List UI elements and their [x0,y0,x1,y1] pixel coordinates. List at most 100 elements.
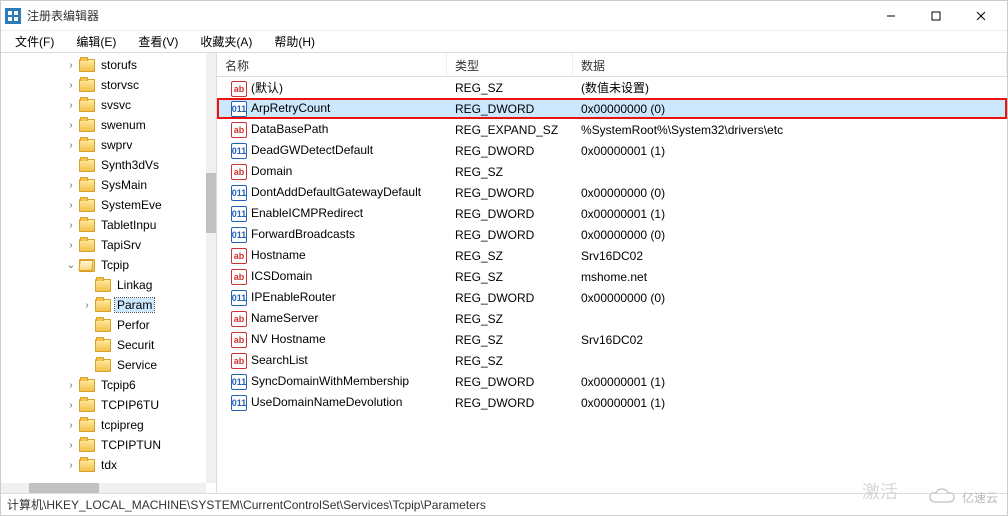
tree-node-label[interactable]: storvsc [99,78,141,92]
chevron-right-icon[interactable]: › [65,120,77,131]
tree-node-label[interactable]: Param [115,298,154,312]
menu-file[interactable]: 文件(F) [5,31,64,52]
column-name[interactable]: 名称 [217,53,447,76]
values-list[interactable]: ab(默认)REG_SZ(数值未设置)011ArpRetryCountREG_D… [217,77,1007,493]
tree-node-label[interactable]: TabletInpu [99,218,158,232]
tree-node[interactable]: Securit [1,335,206,355]
value-row[interactable]: abNameServerREG_SZ [217,308,1007,329]
menu-help[interactable]: 帮助(H) [264,31,325,52]
chevron-right-icon[interactable]: › [81,300,93,311]
value-row[interactable]: 011DontAddDefaultGatewayDefaultREG_DWORD… [217,182,1007,203]
tree-horizontal-scrollbar[interactable] [1,483,206,493]
tree-node-label[interactable]: Securit [115,338,156,352]
tree-node[interactable]: › TCPIP6TU [1,395,206,415]
column-type[interactable]: 类型 [447,53,573,76]
tree-node-label[interactable]: Tcpip [99,258,131,272]
value-row[interactable]: abNV HostnameREG_SZSrv16DC02 [217,329,1007,350]
dword-value-icon: 011 [231,395,247,411]
chevron-right-icon[interactable]: › [65,460,77,471]
tree-node[interactable]: › tcpipreg [1,415,206,435]
tree-node[interactable]: › storvsc [1,75,206,95]
string-value-icon: ab [231,81,247,97]
tree-node-label[interactable]: TCPIP6TU [99,398,161,412]
chevron-right-icon[interactable]: › [65,200,77,211]
scrollbar-thumb[interactable] [29,483,99,493]
maximize-button[interactable] [913,2,958,30]
chevron-right-icon[interactable]: › [65,240,77,251]
chevron-right-icon[interactable]: › [65,380,77,391]
tree-node[interactable]: › TabletInpu [1,215,206,235]
tree-node[interactable]: › TCPIPTUN [1,435,206,455]
tree-node[interactable]: Service [1,355,206,375]
menu-view[interactable]: 查看(V) [128,31,188,52]
tree-node-label[interactable]: SysMain [99,178,149,192]
tree-node-label[interactable]: tdx [99,458,119,472]
tree-node[interactable]: Perfor [1,315,206,335]
close-button[interactable] [958,2,1003,30]
tree-node[interactable]: › svsvc [1,95,206,115]
value-row[interactable]: 011DeadGWDetectDefaultREG_DWORD0x0000000… [217,140,1007,161]
value-row[interactable]: 011IPEnableRouterREG_DWORD0x00000000 (0) [217,287,1007,308]
tree-node[interactable]: › storufs [1,55,206,75]
value-type: REG_DWORD [447,186,573,200]
tree-node[interactable]: › SysMain [1,175,206,195]
chevron-down-icon[interactable]: ⌄ [65,260,77,271]
value-name-cell: ab(默认) [217,79,447,97]
tree-vertical-scrollbar[interactable] [206,53,216,483]
tree-node-label[interactable]: TCPIPTUN [99,438,163,452]
chevron-right-icon[interactable]: › [65,100,77,111]
tree-node-label[interactable]: Service [115,358,159,372]
value-row[interactable]: abICSDomainREG_SZmshome.net [217,266,1007,287]
value-row[interactable]: 011SyncDomainWithMembershipREG_DWORD0x00… [217,371,1007,392]
value-row[interactable]: abHostnameREG_SZSrv16DC02 [217,245,1007,266]
chevron-right-icon[interactable]: › [65,400,77,411]
tree-node[interactable]: › swprv [1,135,206,155]
tree-node[interactable]: › SystemEve [1,195,206,215]
tree-node-label[interactable]: Perfor [115,318,152,332]
menu-edit[interactable]: 编辑(E) [66,31,126,52]
value-name-cell: 011EnableICMPRedirect [217,206,447,222]
tree-node-label[interactable]: Synth3dVs [99,158,161,172]
chevron-right-icon[interactable]: › [65,80,77,91]
value-row[interactable]: 011ForwardBroadcastsREG_DWORD0x00000000 … [217,224,1007,245]
folder-icon [79,59,95,72]
value-row[interactable]: abSearchListREG_SZ [217,350,1007,371]
tree-node-label[interactable]: storufs [99,58,139,72]
tree-node-label[interactable]: tcpipreg [99,418,146,432]
scrollbar-thumb[interactable] [206,173,216,233]
value-row[interactable]: 011UseDomainNameDevolutionREG_DWORD0x000… [217,392,1007,413]
tree-node[interactable]: › Tcpip6 [1,375,206,395]
tree-node[interactable]: Linkag [1,275,206,295]
minimize-button[interactable] [868,2,913,30]
tree-node[interactable]: › Param [1,295,206,315]
chevron-right-icon[interactable]: › [65,60,77,71]
value-data: 0x00000000 (0) [573,102,1007,116]
tree-node[interactable]: › swenum [1,115,206,135]
chevron-right-icon[interactable]: › [65,140,77,151]
value-row[interactable]: 011EnableICMPRedirectREG_DWORD0x00000001… [217,203,1007,224]
tree-node[interactable]: › tdx [1,455,206,475]
value-row[interactable]: 011ArpRetryCountREG_DWORD0x00000000 (0) [217,98,1007,119]
tree-node[interactable]: ⌄ Tcpip [1,255,206,275]
column-data[interactable]: 数据 [573,53,1007,76]
tree-node-label[interactable]: svsvc [99,98,133,112]
value-row[interactable]: ab(默认)REG_SZ(数值未设置) [217,77,1007,98]
tree-node-label[interactable]: swprv [99,138,134,152]
tree-node-label[interactable]: Tcpip6 [99,378,138,392]
value-row[interactable]: abDomainREG_SZ [217,161,1007,182]
tree-node-label[interactable]: Linkag [115,278,154,292]
registry-tree[interactable]: › storufs › storvsc › svsvc › swenum › swprv Synth… [1,53,206,483]
menu-favorites[interactable]: 收藏夹(A) [190,31,262,52]
chevron-right-icon[interactable]: › [65,220,77,231]
tree-node[interactable]: › TapiSrv [1,235,206,255]
dword-value-icon: 011 [231,290,247,306]
tree-node-label[interactable]: SystemEve [99,198,164,212]
chevron-right-icon[interactable]: › [65,180,77,191]
tree-node-label[interactable]: swenum [99,118,148,132]
tree-node[interactable]: Synth3dVs [1,155,206,175]
chevron-right-icon[interactable]: › [65,420,77,431]
value-row[interactable]: abDataBasePathREG_EXPAND_SZ%SystemRoot%\… [217,119,1007,140]
chevron-right-icon[interactable]: › [65,440,77,451]
tree-node-label[interactable]: TapiSrv [99,238,143,252]
titlebar[interactable]: 注册表编辑器 [1,1,1007,31]
